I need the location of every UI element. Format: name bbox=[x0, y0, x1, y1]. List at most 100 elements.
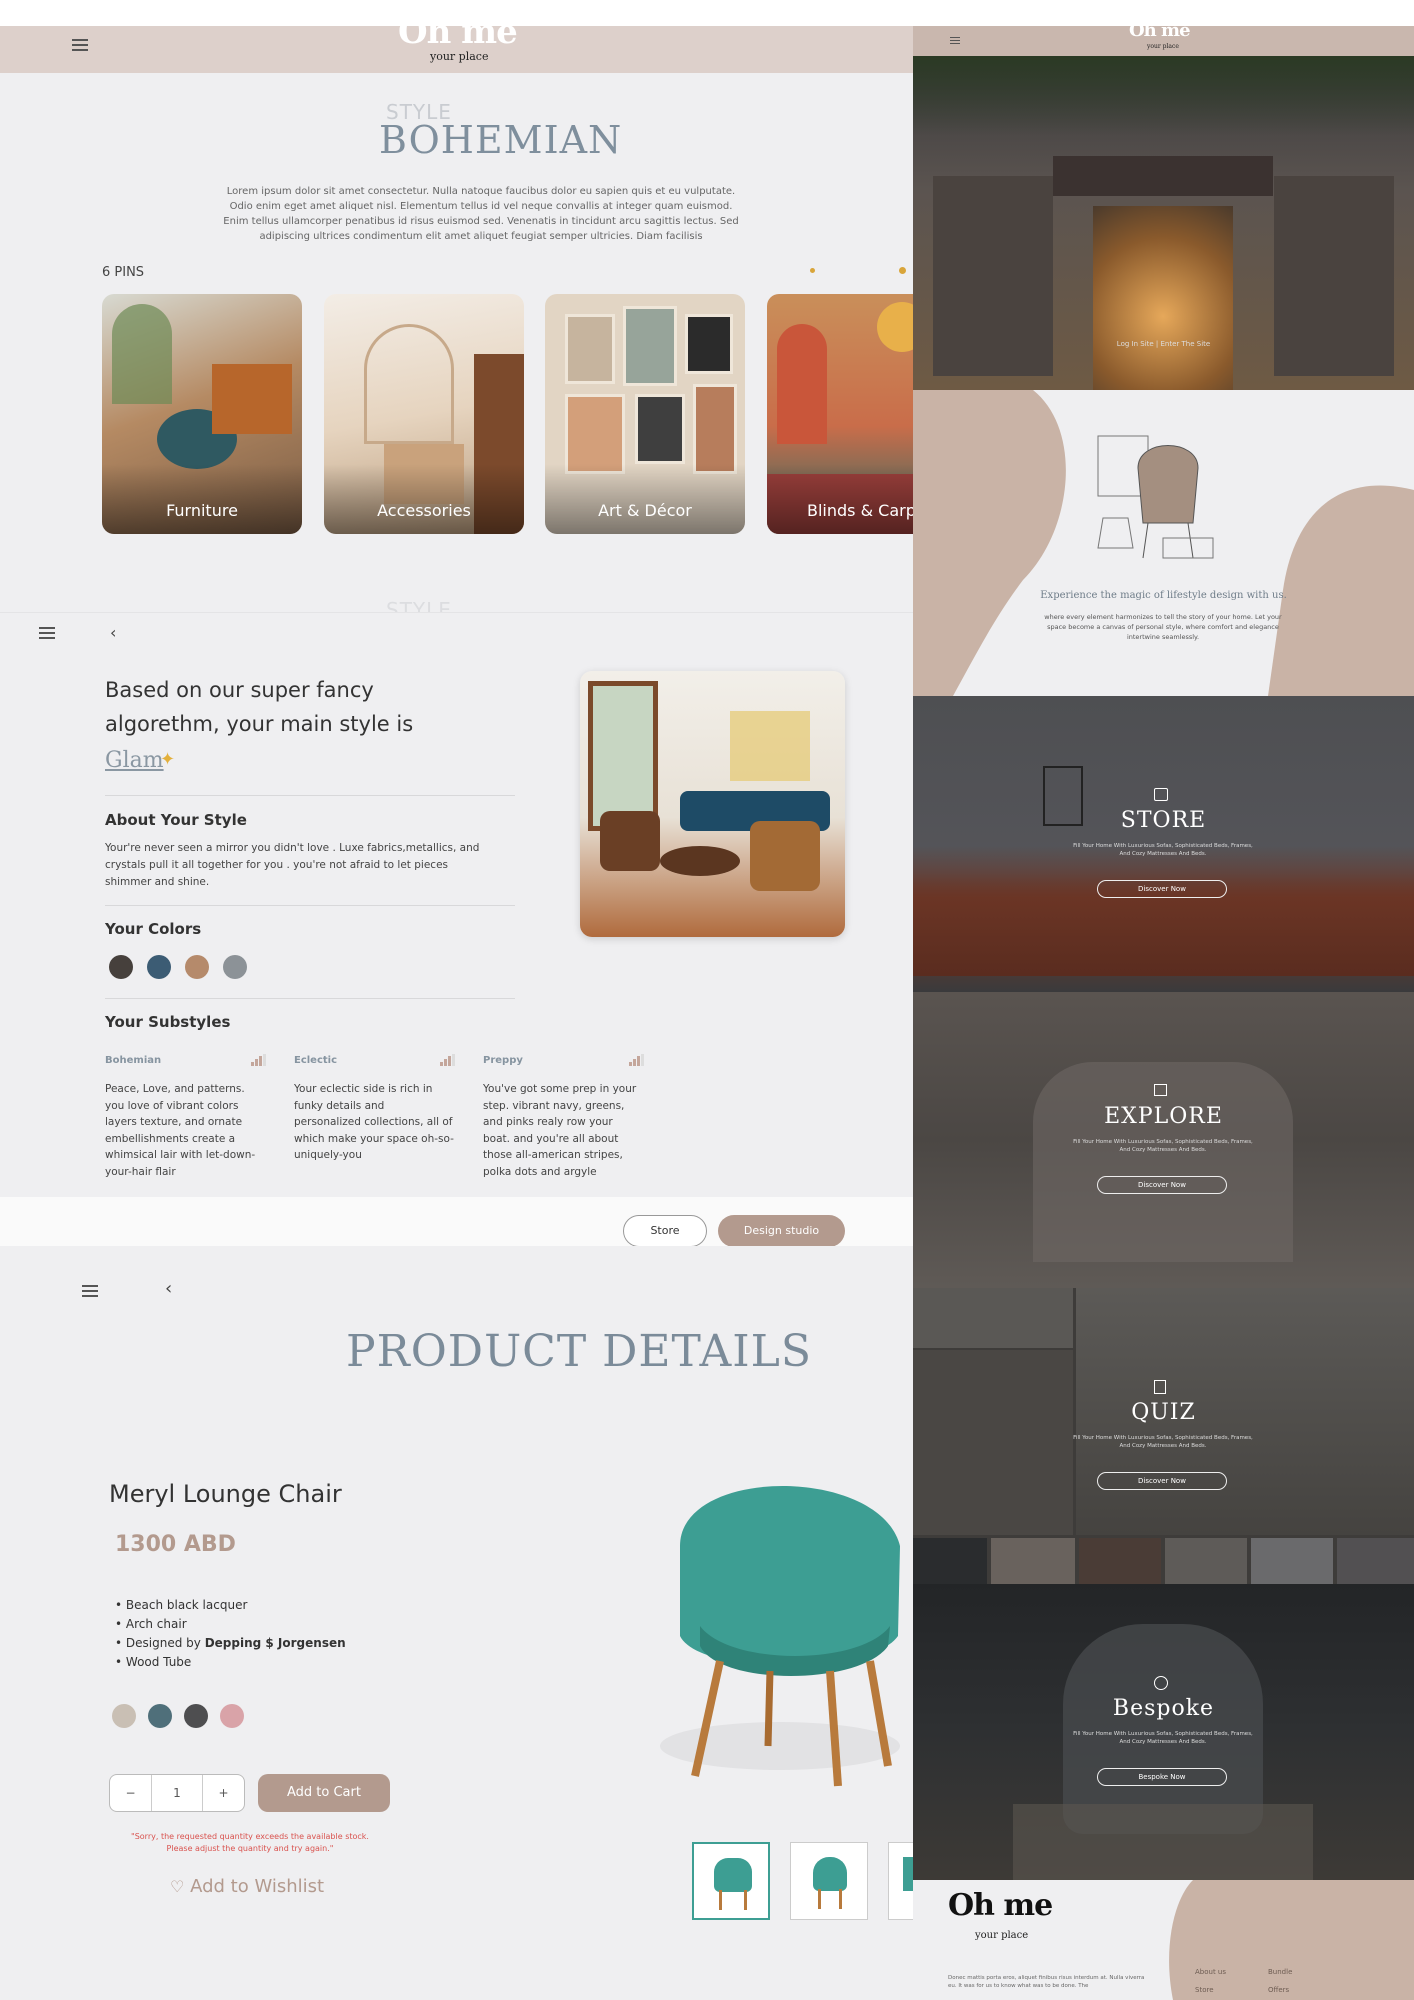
mirror-shape bbox=[364, 324, 454, 444]
design-tools-icon bbox=[1154, 1676, 1168, 1690]
back-chevron-icon[interactable]: ‹ bbox=[165, 1278, 172, 1299]
color-option[interactable] bbox=[184, 1704, 208, 1728]
hamburger-menu-icon[interactable] bbox=[39, 627, 55, 639]
logo[interactable]: Oh me bbox=[398, 26, 518, 52]
footer-link[interactable]: Store bbox=[1195, 1986, 1214, 1994]
category-card-blinds-carpets[interactable]: Blinds & Carp bbox=[767, 294, 913, 534]
logo[interactable]: Oh me bbox=[1129, 26, 1191, 41]
page-title: PRODUCT DETAILS bbox=[345, 1326, 813, 1377]
hero-links[interactable]: Log In Site | Enter The Site bbox=[913, 340, 1414, 348]
bespoke-now-button[interactable]: Bespoke Now bbox=[1097, 1768, 1227, 1786]
add-to-cart-button[interactable]: Add to Cart bbox=[258, 1774, 390, 1812]
quantity-stepper: − 1 + bbox=[109, 1774, 245, 1812]
style-name: BOHEMIAN bbox=[379, 118, 623, 162]
landing-page: Oh me your place Log In Site | Enter The… bbox=[913, 26, 1414, 2000]
stock-error-message: "Sorry, the requested quantity exceeds t… bbox=[131, 1832, 369, 1853]
color-swatch bbox=[147, 955, 171, 979]
feature-item: • Wood Tube bbox=[115, 1655, 192, 1669]
sparkle-icon: ✦ bbox=[160, 749, 176, 770]
feature-item: • Arch chair bbox=[115, 1617, 187, 1631]
section-title: STORE bbox=[1120, 808, 1207, 833]
main-style-name: Glam bbox=[105, 748, 164, 773]
discover-now-button[interactable]: Discover Now bbox=[1097, 880, 1227, 898]
color-swatch bbox=[223, 955, 247, 979]
hamburger-menu-icon[interactable] bbox=[82, 1285, 98, 1297]
qty-plus-button[interactable]: + bbox=[202, 1775, 244, 1811]
chair-sketch-image bbox=[1088, 428, 1218, 568]
category-card-furniture[interactable]: Furniture bbox=[102, 294, 302, 534]
substyle-text: Your eclectic side is rich in funky deta… bbox=[294, 1083, 454, 1161]
explore-section: EXPLORE Fill Your Home With Luxurious So… bbox=[913, 992, 1414, 1288]
feature-item: • Beach black lacquer bbox=[115, 1598, 248, 1612]
card-label: Accessories bbox=[377, 501, 471, 520]
quiz-icon bbox=[1154, 1380, 1166, 1394]
signal-bars-icon bbox=[440, 1054, 455, 1066]
top-bar: Oh me your place bbox=[0, 26, 913, 73]
color-swatch bbox=[185, 955, 209, 979]
your-colors-title: Your Colors bbox=[105, 920, 202, 938]
card-label: Art & Décor bbox=[598, 501, 692, 520]
footer-link[interactable]: About us bbox=[1195, 1968, 1226, 1976]
feature-list: • Beach black lacquer • Arch chair • Des… bbox=[115, 1596, 346, 1672]
back-chevron-icon[interactable]: ‹ bbox=[110, 623, 116, 642]
your-substyles-title: Your Substyles bbox=[105, 1013, 231, 1031]
about-section: Experience the magic of lifestyle design… bbox=[913, 390, 1414, 696]
footer-link[interactable]: Bundle bbox=[1268, 1968, 1292, 1976]
color-option[interactable] bbox=[112, 1704, 136, 1728]
style-description: Lorem ipsum dolor sit amet consectetur. … bbox=[223, 186, 739, 242]
hamburger-menu-icon[interactable] bbox=[72, 39, 88, 51]
footer-logo-tagline: your place bbox=[975, 1930, 1029, 1941]
section-subtitle: Fill Your Home With Luxurious Sofas, Sop… bbox=[1073, 1435, 1253, 1449]
product-image bbox=[640, 1446, 913, 1806]
style-result-page: ‹ Based on our super fancy algorethm, yo… bbox=[0, 612, 913, 1246]
category-card-accessories[interactable]: Accessories bbox=[324, 294, 524, 534]
substyle-text: You've got some prep in your step. vibra… bbox=[483, 1083, 637, 1178]
signal-bars-icon bbox=[629, 1054, 644, 1066]
thumbnail[interactable] bbox=[888, 1842, 913, 1920]
color-option[interactable] bbox=[148, 1704, 172, 1728]
section-subtitle: Fill Your Home With Luxurious Sofas, Sop… bbox=[1073, 1731, 1253, 1745]
substyle-text: Peace, Love, and patterns. you love of v… bbox=[105, 1083, 256, 1178]
store-button[interactable]: Store bbox=[623, 1215, 707, 1246]
decor-dot bbox=[810, 268, 815, 273]
footer-link[interactable]: Offers bbox=[1268, 1986, 1289, 1994]
logo-tagline: your place bbox=[1147, 43, 1179, 50]
section-subtitle: Fill Your Home With Luxurious Sofas, Sop… bbox=[1073, 843, 1253, 857]
about-heading: Experience the magic of lifestyle design… bbox=[1040, 590, 1287, 601]
section-title: QUIZ bbox=[1131, 1400, 1196, 1425]
bespoke-section: Bespoke Fill Your Home With Luxurious So… bbox=[913, 1584, 1414, 1880]
plant-shape bbox=[112, 304, 172, 404]
bohemian-style-page: Oh me your place STYLE BOHEMIAN Lorem ip… bbox=[0, 26, 913, 612]
qty-value[interactable]: 1 bbox=[152, 1775, 202, 1811]
about-style-text: Your're never seen a mirror you didn't l… bbox=[105, 842, 480, 888]
add-to-wishlist-link[interactable]: ♡ Add to Wishlist bbox=[170, 1876, 324, 1897]
discover-now-button[interactable]: Discover Now bbox=[1097, 1176, 1227, 1194]
card-label: Blinds & Carp bbox=[807, 501, 913, 520]
thumbnail[interactable] bbox=[692, 1842, 770, 1920]
designer-name: Depping $ Jorgensen bbox=[204, 1636, 346, 1650]
category-card-art-decor[interactable]: Art & Décor bbox=[545, 294, 745, 534]
home-icon bbox=[1154, 1084, 1167, 1096]
design-studio-button[interactable]: Design studio bbox=[718, 1215, 845, 1246]
top-bar: Oh me your place bbox=[913, 26, 1414, 56]
shopping-bag-icon bbox=[1154, 788, 1168, 801]
thumbnail[interactable] bbox=[790, 1842, 868, 1920]
footer: Oh me your place Donec mattis porta eros… bbox=[913, 1880, 1414, 2000]
substyle-name: Eclectic bbox=[294, 1055, 338, 1066]
color-option[interactable] bbox=[220, 1704, 244, 1728]
style-room-image bbox=[580, 671, 845, 937]
about-style-title: About Your Style bbox=[105, 811, 247, 829]
hero-image: Log In Site | Enter The Site bbox=[913, 56, 1414, 390]
hamburger-menu-icon[interactable] bbox=[950, 37, 960, 49]
footer-logo[interactable]: Oh me bbox=[948, 1888, 1053, 1923]
qty-minus-button[interactable]: − bbox=[110, 1775, 152, 1811]
about-text: where every element harmonizes to tell t… bbox=[1044, 613, 1282, 641]
discover-now-button[interactable]: Discover Now bbox=[1097, 1472, 1227, 1490]
product-name: Meryl Lounge Chair bbox=[109, 1480, 342, 1508]
section-title: EXPLORE bbox=[1104, 1104, 1223, 1129]
decor-dot bbox=[899, 267, 906, 274]
product-price: 1300 ABD bbox=[115, 1532, 236, 1557]
section-title: Bespoke bbox=[1112, 1696, 1215, 1721]
signal-bars-icon bbox=[251, 1054, 266, 1066]
result-heading: Based on our super fancy algorethm, your… bbox=[105, 678, 414, 736]
